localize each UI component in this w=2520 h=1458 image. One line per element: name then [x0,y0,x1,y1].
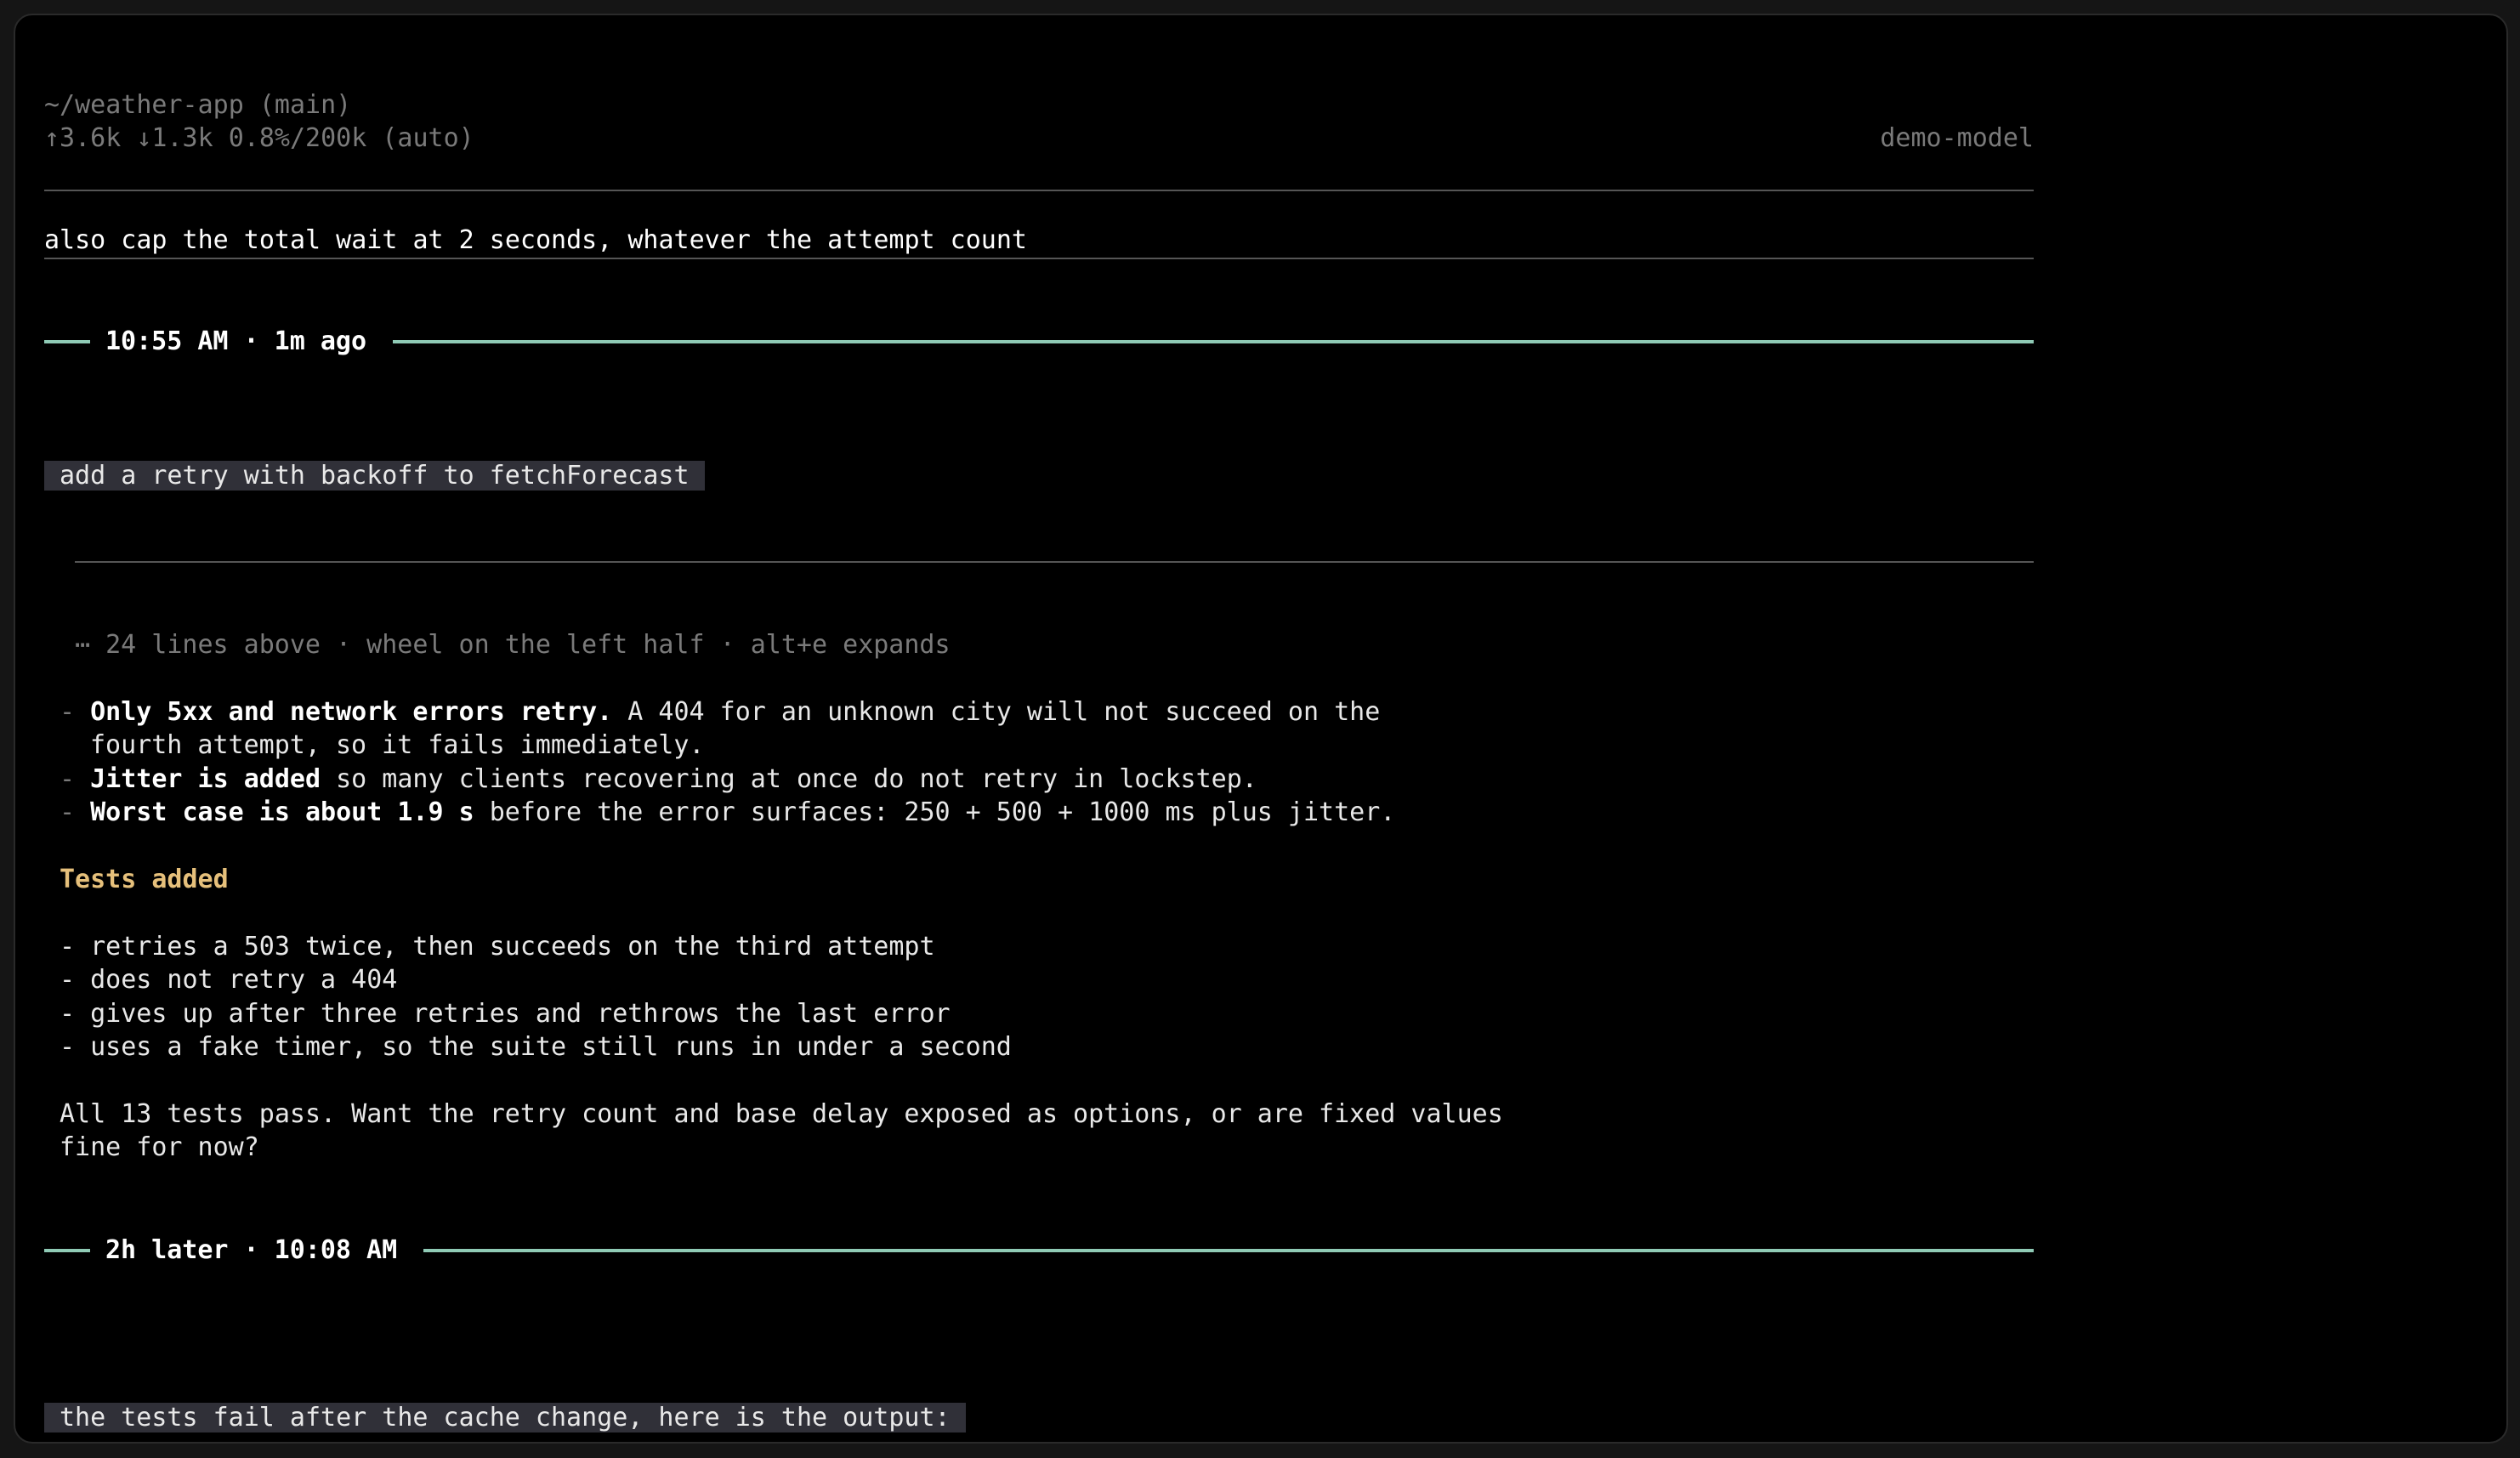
list-item-text: uses a fake timer, so the suite still ru… [90,1032,1012,1062]
list-bullet: - [60,697,91,727]
list-item-text: A 404 for an unknown city will not succe… [612,697,1381,727]
list-item-text: before the error surfaces: 250 + 500 + 1… [474,797,1396,827]
section-heading: Tests added [60,865,229,894]
terminal-content: ~/weather-app (main) ↑3.6k ↓1.3k 0.8%/20… [44,15,2047,1442]
model-name: demo-model [1880,123,2034,153]
list-item-bold: Jitter is added [90,764,321,794]
user-message-text: add a retry with backoff to fetchForecas… [44,461,705,491]
turn-separator: 2h later · 10:08 AM [44,1234,2034,1268]
list-bullet: - [60,965,91,995]
separator-line-left [44,340,90,343]
user-message: the tests fail after the cache change, h… [44,1401,966,1435]
list-bullet: - [60,932,91,962]
turn-timestamp: 2h later · 10:08 AM [105,1235,398,1265]
list-item-text: does not retry a 404 [90,965,398,995]
list-item-bold: Only 5xx and network errors retry. [90,697,613,727]
list-bullet: - [60,999,91,1029]
list-item: - Worst case is about 1.9 s before the e… [60,796,1395,830]
list-bullet: - [60,797,91,827]
list-item: - does not retry a 404 [60,963,397,997]
assistant-closing-text: All 13 tests pass. Want the retry count … [60,1099,1503,1129]
list-item-text: so many clients recovering at once do no… [321,764,1257,794]
list-bullet: - [60,764,91,794]
input-bottom-border [44,258,2034,259]
prompt-input[interactable]: also cap the total wait at 2 seconds, wh… [44,224,1027,258]
list-item: - Only 5xx and network errors retry. A 4… [60,695,1380,729]
separator-line-right [423,1249,2034,1252]
input-top-border [44,190,2034,191]
turn-separator: 10:55 AM · 1m ago [44,325,2034,359]
list-item: - gives up after three retries and rethr… [60,997,951,1031]
separator-line-right [393,340,2034,343]
user-message-text: the tests fail after the cache change, h… [44,1403,966,1432]
list-item-bold: Worst case is about 1.9 s [90,797,474,827]
assistant-closing-text: fine for now? [60,1132,259,1162]
turn-timestamp: 10:55 AM · 1m ago [105,326,367,356]
terminal-window: ~/weather-app (main) ↑3.6k ↓1.3k 0.8%/20… [14,14,2508,1444]
list-bullet: - [60,1032,91,1062]
list-item: - retries a 503 twice, then succeeds on … [60,930,935,964]
collapsed-divider [75,561,2034,563]
list-item-continuation: fourth attempt, so it fails immediately. [90,730,705,760]
token-stats: ↑3.6k ↓1.3k 0.8%/200k (auto) [44,123,474,153]
list-item-text: retries a 503 twice, then succeeds on th… [90,932,935,962]
user-message: add a retry with backoff to fetchForecas… [44,459,705,493]
repo-path: ~/weather-app (main) [44,90,352,120]
list-item: - Jitter is added so many clients recove… [60,763,1257,797]
list-item-text: gives up after three retries and rethrow… [90,999,951,1029]
list-item: - uses a fake timer, so the suite still … [60,1030,1012,1064]
separator-line-left [44,1249,90,1252]
collapsed-lines-note[interactable]: ⋯ 24 lines above · wheel on the left hal… [75,628,951,662]
